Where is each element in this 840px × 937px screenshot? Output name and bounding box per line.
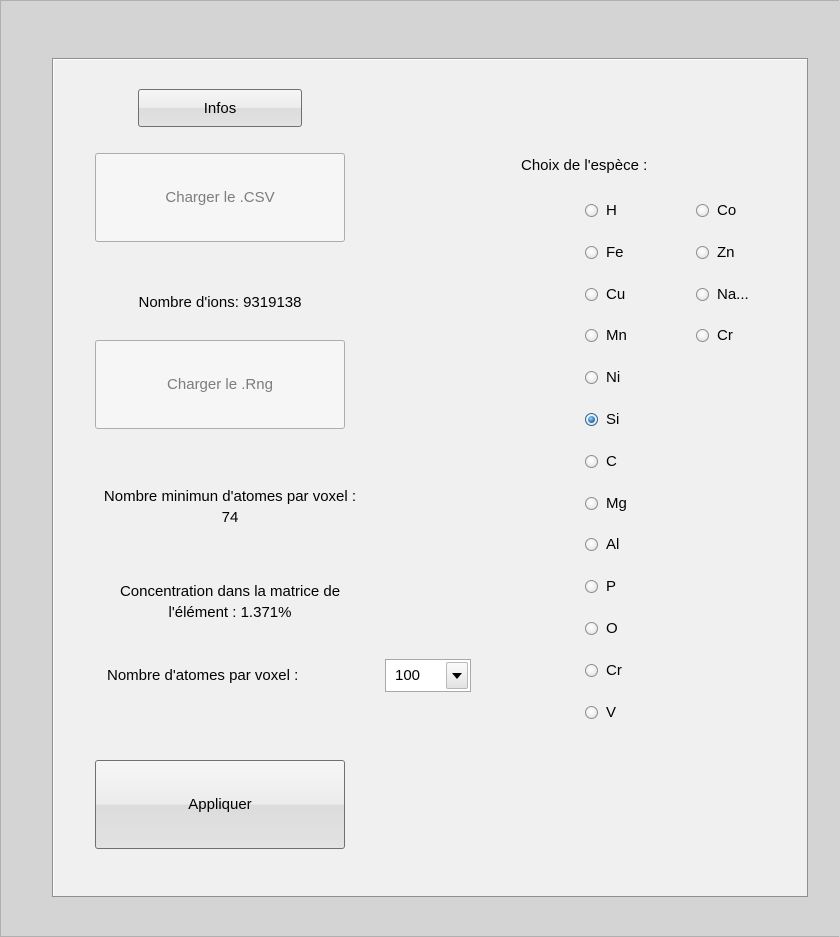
- species-radio-label: Cu: [606, 285, 626, 303]
- min-atoms-label: Nombre minimun d'atomes par voxel :: [103, 488, 357, 505]
- radio-unselected-icon[interactable]: [585, 621, 598, 635]
- species-radio-label: Co: [717, 201, 737, 219]
- radio-unselected-icon[interactable]: [696, 328, 709, 342]
- radio-unselected-icon[interactable]: [585, 705, 598, 719]
- species-radio[interactable]: Ni: [585, 368, 620, 386]
- species-radio-label: Fe: [606, 243, 624, 261]
- species-radio-label: Ni: [606, 368, 621, 386]
- radio-unselected-icon[interactable]: [585, 537, 598, 551]
- species-radio[interactable]: Mg: [585, 494, 627, 512]
- load-rng-label: Charger le .Rng: [167, 376, 273, 393]
- load-csv-label: Charger le .CSV: [165, 189, 275, 206]
- species-radio[interactable]: O: [585, 619, 618, 637]
- species-radio-label: Mg: [606, 494, 627, 512]
- species-radio[interactable]: Fe: [585, 243, 624, 261]
- radio-unselected-icon[interactable]: [585, 663, 598, 677]
- species-radio-label: Al: [606, 535, 620, 553]
- infos-button-label: Infos: [203, 99, 237, 117]
- species-title: Choix de l'espèce :: [521, 157, 648, 174]
- radio-unselected-icon[interactable]: [585, 496, 598, 510]
- species-radio[interactable]: Mn: [585, 326, 627, 344]
- species-radio[interactable]: Cr: [585, 661, 622, 679]
- chevron-down-icon[interactable]: [446, 662, 468, 689]
- radio-dot-icon: [588, 415, 595, 423]
- species-radio-label: Cr: [717, 326, 733, 344]
- radio-unselected-icon[interactable]: [585, 287, 598, 301]
- apply-button[interactable]: Appliquer: [95, 760, 345, 849]
- radio-unselected-icon[interactable]: [585, 579, 598, 593]
- radio-unselected-icon[interactable]: [585, 245, 598, 259]
- species-radio-label: H: [606, 201, 617, 219]
- min-atoms-value: 74: [221, 509, 239, 526]
- species-radio[interactable]: V: [585, 703, 616, 721]
- species-radio[interactable]: Zn: [696, 243, 735, 261]
- load-csv-button[interactable]: Charger le .CSV: [95, 153, 345, 242]
- concentration-value: l'élément : 1.371%: [168, 604, 292, 621]
- atoms-per-voxel-label: Nombre d'atomes par voxel :: [107, 667, 299, 684]
- ion-count-text: Nombre d'ions: 9319138: [138, 294, 302, 311]
- species-radio-label: O: [606, 619, 618, 637]
- radio-unselected-icon[interactable]: [696, 245, 709, 259]
- species-radio-label: Si: [606, 410, 620, 428]
- species-radio[interactable]: Na...: [696, 285, 749, 303]
- species-radio-label: C: [606, 452, 617, 470]
- species-radio-label: Na...: [717, 285, 749, 303]
- species-radio[interactable]: H: [585, 201, 617, 219]
- species-radio[interactable]: Co: [696, 201, 736, 219]
- radio-unselected-icon[interactable]: [696, 287, 709, 301]
- species-radio[interactable]: Cr: [696, 326, 733, 344]
- species-radio[interactable]: Cu: [585, 285, 625, 303]
- concentration-label: Concentration dans la matrice de: [119, 583, 341, 600]
- radio-unselected-icon[interactable]: [696, 203, 709, 217]
- radio-unselected-icon[interactable]: [585, 370, 598, 384]
- atoms-per-voxel-value: 100: [395, 667, 421, 684]
- species-radio[interactable]: P: [585, 577, 616, 595]
- radio-unselected-icon[interactable]: [585, 454, 598, 468]
- species-radio[interactable]: Si: [585, 410, 619, 428]
- species-radio-label: P: [606, 577, 617, 595]
- load-rng-button[interactable]: Charger le .Rng: [95, 340, 345, 429]
- species-radio[interactable]: Al: [585, 535, 619, 553]
- species-radio-label: Mn: [606, 326, 627, 344]
- species-radio-label: Cr: [606, 661, 622, 679]
- radio-unselected-icon[interactable]: [585, 203, 598, 217]
- species-radio[interactable]: C: [585, 452, 617, 470]
- radio-selected-icon[interactable]: [585, 412, 598, 426]
- atoms-per-voxel-select[interactable]: 100: [385, 659, 471, 692]
- infos-button[interactable]: Infos: [138, 89, 302, 127]
- radio-unselected-icon[interactable]: [585, 328, 598, 342]
- species-radio-label: V: [606, 703, 617, 721]
- apply-button-label: Appliquer: [188, 796, 252, 813]
- species-radio-label: Zn: [717, 243, 735, 261]
